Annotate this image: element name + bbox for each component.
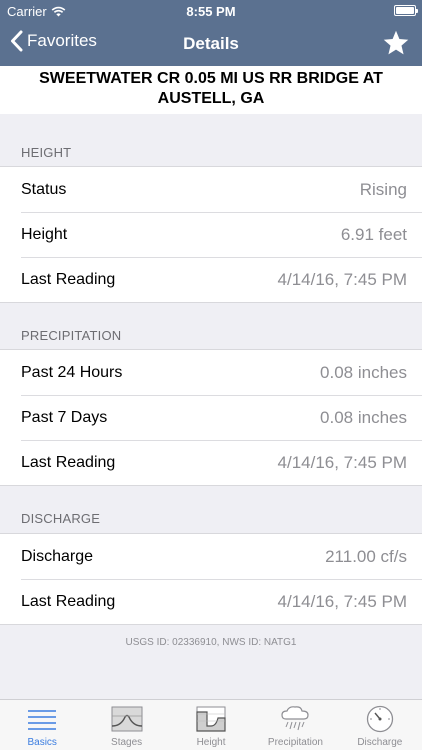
navigation-bar: Favorites Details	[0, 22, 422, 66]
tab-label: Height	[196, 737, 226, 748]
table-row: Past 24 Hours 0.08 inches	[0, 350, 422, 395]
tab-label: Discharge	[357, 737, 403, 748]
stages-chart-icon	[111, 706, 143, 732]
station-ids-footnote: USGS ID: 02336910, NWS ID: NATG1	[125, 637, 297, 648]
row-label: Past 24 Hours	[21, 363, 123, 381]
status-bar: Carrier 8:55 PM	[0, 0, 422, 22]
row-value: 4/14/16, 7:45 PM	[277, 269, 407, 289]
discharge-group: Discharge 211.00 cf/s Last Reading 4/14/…	[0, 533, 422, 625]
clock: 8:55 PM	[186, 4, 236, 19]
row-label: Last Reading	[21, 453, 116, 471]
row-label: Height	[21, 225, 68, 243]
top-bar: Carrier 8:55 PM Favorites Details	[0, 0, 422, 66]
tab-label: Stages	[111, 737, 143, 748]
height-group: Status Rising Height 6.91 feet Last Read…	[0, 166, 422, 303]
list-icon	[28, 710, 57, 730]
table-row: Status Rising	[0, 167, 422, 212]
row-label: Last Reading	[21, 270, 116, 288]
table-row: Height 6.91 feet	[0, 212, 422, 257]
tab-label: Basics	[27, 737, 57, 748]
tab-height[interactable]: Height	[169, 700, 253, 750]
row-label: Past 7 Days	[21, 408, 108, 426]
battery-icon	[394, 5, 418, 16]
row-value: 4/14/16, 7:45 PM	[277, 591, 407, 611]
precipitation-group: Past 24 Hours 0.08 inches Past 7 Days 0.…	[0, 349, 422, 486]
rain-cloud-icon	[281, 706, 310, 731]
row-value: 6.91 feet	[340, 224, 407, 244]
tab-bar: Basics Stages Height Precipitation Disch…	[0, 699, 422, 750]
table-row: Last Reading 4/14/16, 7:45 PM	[0, 579, 422, 624]
table-row: Last Reading 4/14/16, 7:45 PM	[0, 257, 422, 302]
section-title-precipitation: PRECIPITATION	[21, 328, 122, 343]
row-value: 211.00 cf/s	[325, 546, 407, 566]
table-row: Discharge 211.00 cf/s	[0, 534, 422, 579]
favorite-star-icon[interactable]	[382, 29, 410, 57]
tab-discharge[interactable]: Discharge	[338, 700, 422, 750]
page-title: Details	[183, 34, 239, 53]
gauge-icon	[366, 705, 393, 733]
table-row: Last Reading 4/14/16, 7:45 PM	[0, 440, 422, 485]
row-label: Discharge	[21, 547, 94, 565]
section-title-height: HEIGHT	[21, 145, 72, 160]
row-label: Last Reading	[21, 592, 116, 610]
row-value: 0.08 inches	[320, 407, 407, 427]
station-name: SWEETWATER CR 0.05 MI US RR BRIDGE AT AU…	[0, 66, 422, 114]
tab-stages[interactable]: Stages	[84, 700, 168, 750]
row-value: Rising	[359, 179, 407, 199]
tab-basics[interactable]: Basics	[0, 700, 84, 750]
row-value: 4/14/16, 7:45 PM	[277, 452, 407, 472]
height-chart-icon	[196, 706, 226, 732]
tab-label: Precipitation	[267, 737, 323, 748]
row-label: Status	[21, 180, 67, 198]
tab-precipitation[interactable]: Precipitation	[253, 700, 337, 750]
table-row: Past 7 Days 0.08 inches	[0, 395, 422, 440]
row-value: 0.08 inches	[320, 362, 407, 382]
section-title-discharge: DISCHARGE	[21, 511, 101, 526]
